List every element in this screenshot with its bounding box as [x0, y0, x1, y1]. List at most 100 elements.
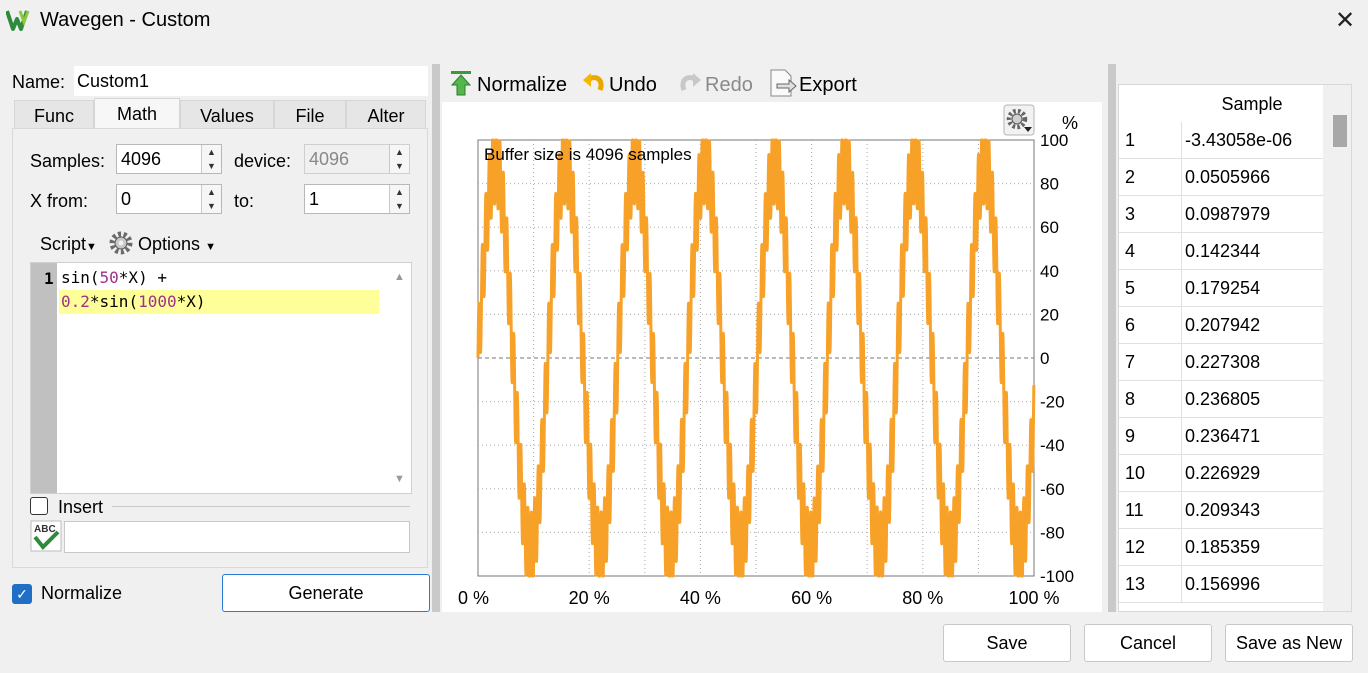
table-row[interactable]: 7 0.227308 [1119, 344, 1325, 381]
waveform-chart[interactable]: 100 80 60 40 20 0 -20 -40 -60 -80 -100 0 % 20 % 40 % 6… [442, 102, 1102, 612]
sample-value-cell[interactable]: 0.142344 [1185, 241, 1260, 262]
spin-up-icon[interactable]: ▲ [202, 145, 221, 159]
left-splitter[interactable] [432, 64, 440, 612]
y-tick-label: 80 [1040, 175, 1059, 194]
table-row[interactable]: 5 0.179254 [1119, 270, 1325, 307]
table-row[interactable]: 1 -3.43058e-06 [1119, 122, 1325, 159]
sample-value-cell[interactable]: 0.185359 [1185, 537, 1260, 558]
table-scrollbar[interactable] [1323, 85, 1351, 611]
y-tick-label: 20 [1040, 305, 1059, 324]
column-divider [1181, 233, 1182, 270]
y-tick-label: 60 [1040, 218, 1059, 237]
sample-value-cell[interactable]: 0.227308 [1185, 352, 1260, 373]
insert-checkbox[interactable] [30, 497, 48, 515]
row-index: 6 [1125, 315, 1136, 335]
table-row[interactable]: 6 0.207942 [1119, 307, 1325, 344]
save-as-new-button[interactable]: Save as New [1225, 624, 1353, 662]
redo-button[interactable]: Redo [705, 70, 753, 100]
tab-func[interactable]: Func [14, 100, 94, 130]
table-row[interactable]: 9 0.236471 [1119, 418, 1325, 455]
editor-scrollbar[interactable]: ▲ ▼ [389, 263, 411, 493]
row-index: 8 [1125, 389, 1136, 409]
tab-values[interactable]: Values [180, 100, 274, 130]
device-label: device: [234, 151, 292, 171]
row-index: 4 [1125, 241, 1136, 261]
table-row[interactable]: 13 0.156996 [1119, 566, 1325, 603]
filter-input[interactable] [64, 521, 410, 553]
table-row[interactable]: 3 0.0987979 [1119, 196, 1325, 233]
row-index: 11 [1125, 500, 1144, 520]
spin-down-icon[interactable]: ▼ [202, 159, 221, 173]
cancel-button[interactable]: Cancel [1084, 624, 1212, 662]
right-splitter[interactable] [1108, 64, 1116, 612]
table-row[interactable]: 8 0.236805 [1119, 381, 1325, 418]
y-tick-label: -60 [1040, 480, 1065, 499]
code-line-2: 0.2*sin(1000*X) [59, 290, 379, 314]
svg-text:ABC: ABC [34, 524, 56, 535]
sample-value-cell[interactable]: 0.179254 [1185, 278, 1260, 299]
tab-math[interactable]: Math [94, 98, 180, 129]
table-row[interactable]: 12 0.185359 [1119, 529, 1325, 566]
table-row[interactable]: 2 0.0505966 [1119, 159, 1325, 196]
options-label: Options [138, 234, 201, 254]
column-divider [1181, 307, 1182, 344]
sample-value-cell[interactable]: 0.0505966 [1185, 167, 1270, 188]
export-button[interactable]: Export [799, 70, 857, 100]
sample-value-cell[interactable]: -3.43058e-06 [1185, 130, 1292, 151]
row-index: 13 [1125, 574, 1146, 594]
gear-icon [109, 231, 133, 255]
scroll-down-icon[interactable]: ▼ [394, 473, 405, 485]
x-from-spinbox[interactable]: 0 ▲ ▼ [116, 184, 222, 214]
sample-value-cell[interactable]: 0.236805 [1185, 389, 1260, 410]
column-divider [1181, 566, 1182, 603]
sample-value-cell[interactable]: 0.0987979 [1185, 204, 1270, 225]
save-button[interactable]: Save [943, 624, 1071, 662]
tab-file[interactable]: File [274, 100, 346, 130]
y-tick-label: 40 [1040, 262, 1059, 281]
sample-value-cell[interactable]: 0.226929 [1185, 463, 1260, 484]
x-tick-label: 60 % [791, 588, 832, 608]
row-index: 10 [1125, 463, 1146, 483]
samples-table[interactable]: Sample 1 -3.43058e-06 2 0.0505966 3 0.0987979… [1118, 84, 1352, 612]
y-axis-unit: % [1062, 113, 1078, 133]
x-to-spinbox[interactable]: 1 ▲ ▼ [304, 184, 410, 214]
table-row[interactable]: 4 0.142344 [1119, 233, 1325, 270]
spin-down-icon[interactable]: ▼ [202, 199, 221, 213]
spin-up-icon[interactable]: ▲ [390, 185, 409, 199]
table-header-sample[interactable]: Sample [1181, 85, 1323, 121]
spin-down-icon[interactable]: ▼ [390, 199, 409, 213]
table-row[interactable]: 10 0.226929 [1119, 455, 1325, 492]
sample-value-cell[interactable]: 0.207942 [1185, 315, 1260, 336]
spellcheck-icon[interactable]: ABC [30, 520, 62, 552]
table-scroll-thumb[interactable] [1333, 115, 1347, 147]
normalize-button[interactable]: Normalize [477, 70, 567, 100]
spin-up-icon[interactable]: ▲ [202, 185, 221, 199]
close-button[interactable]: ✕ [1330, 6, 1360, 36]
script-menu[interactable]: Script▼ [40, 234, 97, 255]
generate-button[interactable]: Generate [222, 574, 430, 612]
sample-value-cell[interactable]: 0.156996 [1185, 574, 1260, 595]
tab-alter[interactable]: Alter [346, 100, 426, 130]
table-row[interactable]: 11 0.209343 [1119, 492, 1325, 529]
sample-value-cell[interactable]: 0.236471 [1185, 426, 1260, 447]
normalize-checkbox[interactable]: ✓ [12, 584, 32, 604]
to-label: to: [234, 191, 255, 211]
script-editor[interactable]: 1 sin(50*X) + 0.2*sin(1000*X) ▲ ▼ [30, 262, 412, 494]
x-tick-label: 100 % [1008, 588, 1059, 608]
column-divider [1181, 196, 1182, 233]
samples-spinbox[interactable]: 4096 ▲ ▼ [116, 144, 222, 174]
row-index: 1 [1125, 130, 1136, 150]
row-index: 2 [1125, 167, 1136, 187]
insert-label: Insert [58, 497, 104, 517]
row-index: 3 [1125, 204, 1136, 224]
y-tick-label: -20 [1040, 393, 1065, 412]
options-menu[interactable]: Options ▼ [138, 234, 216, 255]
device-value: 4096 [309, 149, 350, 169]
undo-button[interactable]: Undo [609, 70, 657, 100]
sample-value-cell[interactable]: 0.209343 [1185, 500, 1260, 521]
scroll-up-icon[interactable]: ▲ [394, 271, 405, 283]
spin-up-icon: ▲ [395, 147, 404, 157]
name-input[interactable]: Custom1 [74, 66, 428, 96]
device-spinbox: 4096 ▲ ▼ [304, 144, 410, 174]
x-tick-label: 20 % [569, 588, 610, 608]
